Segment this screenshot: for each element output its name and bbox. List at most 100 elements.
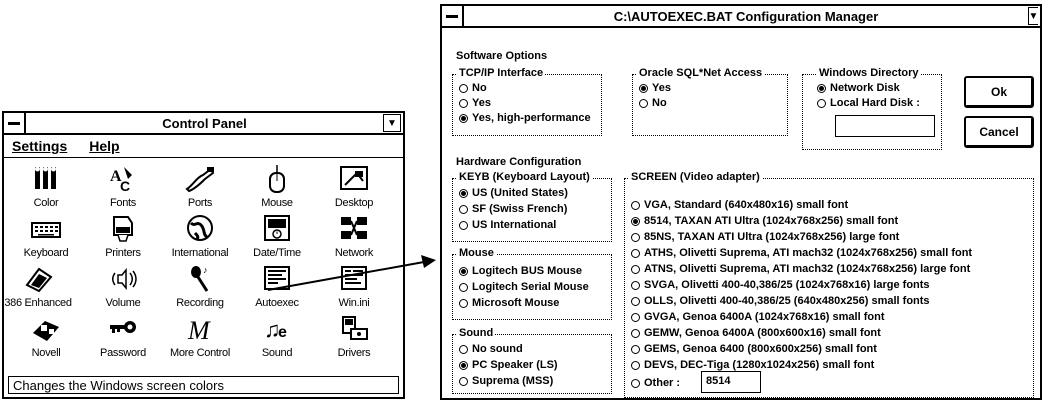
cp-item-password[interactable]: Password	[83, 313, 163, 359]
tcpip-option-yes[interactable]: Yes	[459, 97, 491, 109]
mouse-icon	[269, 165, 285, 193]
cp-item-label: Password	[100, 347, 146, 359]
cp-item-label: Color	[33, 197, 59, 209]
screen-option-8514[interactable]: 8514, TAXAN ATI Ultra (1024x768x256) sma…	[631, 215, 898, 227]
windir-option-local[interactable]: Local Hard Disk :	[817, 97, 920, 109]
screen-option-gems[interactable]: GEMS, Genoa 6400 (800x600x256) small fon…	[631, 343, 877, 355]
microphone-icon: ♪	[191, 265, 209, 292]
cp-item-ports[interactable]: Ports	[160, 163, 240, 209]
cp-item-label: Volume	[105, 297, 141, 309]
drivers-icon	[342, 316, 368, 340]
svg-text:e: e	[278, 324, 287, 341]
keyboard-icon	[31, 222, 61, 238]
cp-item-label: More Control	[170, 347, 230, 359]
windir-path-input[interactable]	[835, 115, 935, 137]
printer-icon	[113, 216, 133, 242]
color-palette-icon	[35, 166, 56, 189]
config-body: Software Options TCP/IP Interface No Yes…	[442, 28, 1040, 398]
screen-other-input[interactable]: 8514	[701, 371, 761, 393]
keyb-option-sf[interactable]: SF (Swiss French)	[459, 203, 567, 215]
cp-item-label: Mouse	[261, 197, 293, 209]
screen-option-other[interactable]: Other :	[631, 377, 680, 389]
cp-item-mouse[interactable]: Mouse	[237, 163, 317, 209]
ok-button[interactable]: Ok	[964, 76, 1034, 108]
sound-option-suprema[interactable]: Suprema (MSS)	[459, 375, 553, 387]
windir-group: Windows Directory Network Disk Local Har…	[802, 67, 942, 150]
oracle-option-no[interactable]: No	[639, 97, 667, 109]
keyb-option-us[interactable]: US (United States)	[459, 187, 568, 199]
sound-option-pc-speaker[interactable]: PC Speaker (LS)	[459, 359, 558, 371]
speaker-icon	[112, 267, 137, 291]
screen-option-devs[interactable]: DEVS, DEC-Tiga (1280x1024x256) small fon…	[631, 359, 874, 371]
cp-item-autoexec[interactable]: Autoexec	[237, 263, 317, 309]
screen-option-85ns[interactable]: 85NS, TAXAN ATI Ultra (1024x768x256) lar…	[631, 231, 899, 243]
system-menu-button[interactable]	[4, 113, 26, 133]
cp-item-label: Recording	[176, 297, 224, 309]
mouse-group: Mouse Logitech BUS Mouse Logitech Serial…	[452, 247, 612, 320]
cp-item-fonts[interactable]: A C Fonts	[83, 163, 163, 209]
screen-option-atns[interactable]: ATNS, Olivetti Suprema, ATI mach32 (1024…	[631, 263, 970, 275]
cp-item-international[interactable]: International	[160, 213, 240, 259]
oracle-group: Oracle SQL*Net Access Yes No	[632, 67, 788, 136]
cp-item-label: Drivers	[337, 347, 371, 359]
tcpip-option-no[interactable]: No	[459, 82, 487, 94]
screen-option-vga[interactable]: VGA, Standard (640x480x16) small font	[631, 199, 848, 211]
minimize-button[interactable]: ▼	[1028, 7, 1038, 25]
cp-item-label: Ports	[187, 197, 213, 209]
cp-item-keyboard[interactable]: Keyboard	[6, 213, 86, 259]
window-title: Control Panel	[162, 115, 247, 131]
mouse-option-microsoft[interactable]: Microsoft Mouse	[459, 297, 559, 309]
tcpip-option-high-performance[interactable]: Yes, high-performance	[459, 112, 591, 124]
cp-item-network[interactable]: Network	[314, 213, 394, 259]
novell-icon	[33, 321, 59, 341]
cp-item-winini[interactable]: Win.ini	[314, 263, 394, 309]
window-title: C:\AUTOEXEC.BAT Configuration Manager	[613, 8, 879, 24]
screen-option-svga[interactable]: SVGA, Olivetti 400-40,386/25 (1024x768x1…	[631, 279, 930, 291]
keyb-option-us-international[interactable]: US International	[459, 219, 556, 231]
cp-item-recording[interactable]: ♪ Recording	[160, 263, 240, 309]
cp-item-drivers[interactable]: Drivers	[314, 313, 394, 359]
cp-item-label: International	[171, 247, 229, 259]
cp-item-color[interactable]: Color	[6, 163, 86, 209]
sound-label: Sound	[457, 327, 496, 339]
cp-item-volume[interactable]: Volume	[83, 263, 163, 309]
mouse-option-logitech-serial[interactable]: Logitech Serial Mouse	[459, 281, 589, 293]
cp-item-386-enhanced[interactable]: 386 Enhanced	[0, 263, 78, 309]
mouse-option-logitech-bus[interactable]: Logitech BUS Mouse	[459, 265, 582, 277]
clock-icon	[264, 215, 290, 241]
cp-item-printers[interactable]: Printers	[83, 213, 163, 259]
windir-option-network[interactable]: Network Disk	[817, 82, 900, 94]
cp-item-datetime[interactable]: Date/Time	[237, 213, 317, 259]
more-control-icon: M	[187, 316, 211, 345]
system-menu-button[interactable]	[442, 6, 464, 26]
key-icon	[110, 321, 136, 333]
oracle-option-yes[interactable]: Yes	[639, 82, 671, 94]
screen-option-olls[interactable]: OLLS, Olivetti 400-40,386/25 (640x480x25…	[631, 295, 930, 307]
control-panel-window: Control Panel ▼ Settings Help Color A C …	[2, 111, 405, 399]
tcpip-group: TCP/IP Interface No Yes Yes, high-perfor…	[452, 67, 602, 136]
cp-item-novell[interactable]: Novell	[6, 313, 86, 359]
screen-option-aths[interactable]: ATHS, Olivetti Suprema, ATI mach32 (1024…	[631, 247, 972, 259]
cp-item-label: Sound	[261, 347, 293, 359]
minimize-button[interactable]: ▼	[383, 114, 401, 132]
cp-item-label: Fonts	[109, 197, 136, 209]
music-note-icon: ♫ e	[264, 317, 287, 342]
icon-grid: Color A C Fonts Ports Mouse Desktop Keyb…	[4, 159, 403, 371]
cancel-button[interactable]: Cancel	[964, 116, 1034, 148]
sound-option-none[interactable]: No sound	[459, 343, 523, 355]
menu-settings[interactable]: Settings	[12, 138, 67, 154]
screen-option-gvga[interactable]: GVGA, Genoa 6400A (1024x768x16) small fo…	[631, 311, 884, 323]
tcpip-label: TCP/IP Interface	[457, 67, 546, 79]
cp-item-more-control[interactable]: M More Control	[160, 313, 240, 359]
control-panel-titlebar: Control Panel ▼	[4, 113, 403, 135]
menu-help[interactable]: Help	[89, 138, 119, 154]
cp-item-sound[interactable]: ♫ e Sound	[237, 313, 317, 359]
autoexec-icon	[264, 266, 290, 290]
menu-bar: Settings Help	[4, 135, 403, 158]
screen-option-gemw[interactable]: GEMW, Genoa 6400A (800x600x16) small fon…	[631, 327, 881, 339]
screen-group: SCREEN (Video adapter) VGA, Standard (64…	[624, 171, 1034, 398]
cp-item-desktop[interactable]: Desktop	[314, 163, 394, 209]
cp-item-label: Network	[334, 247, 374, 259]
winini-icon	[341, 266, 367, 290]
cp-item-label: 386 Enhanced	[4, 297, 72, 309]
